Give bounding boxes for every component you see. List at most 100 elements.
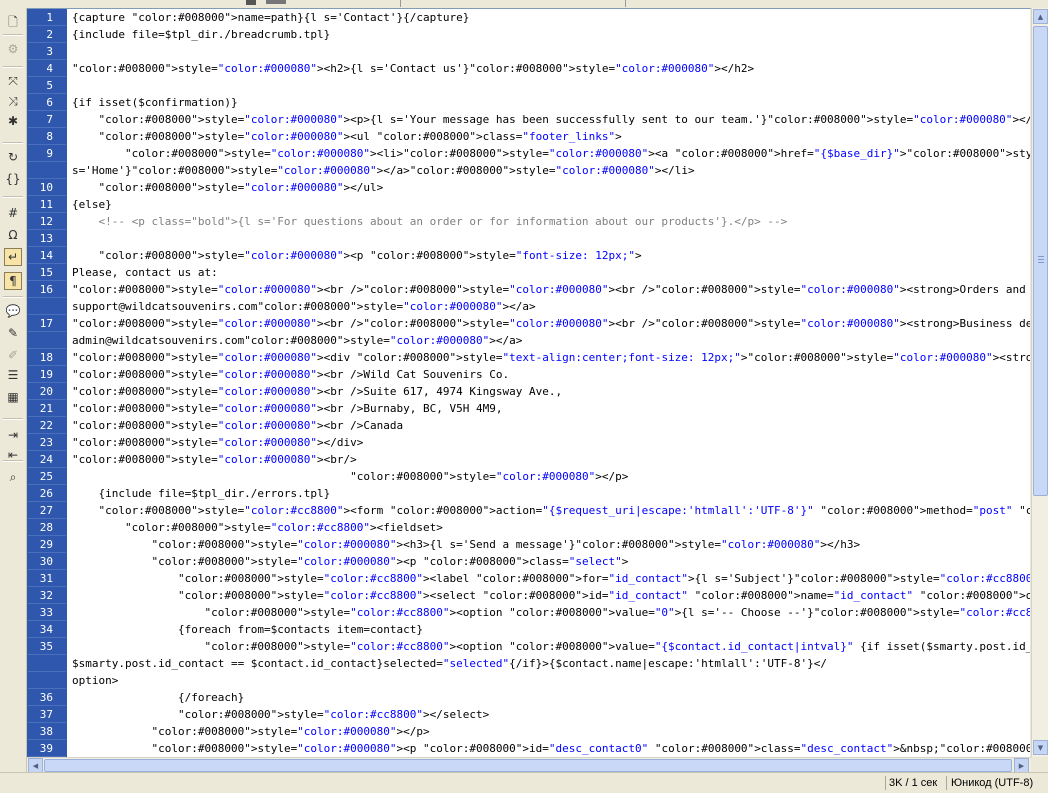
code-line-text: "color:#008000">style="color:#000080"></… <box>72 436 364 449</box>
code-line[interactable]: Please, contact us at: <box>67 264 1030 281</box>
code-line[interactable]: "color:#008000">style="color:#000080"></… <box>67 179 1030 196</box>
code-line[interactable]: "color:#008000">style="color:#cc8800"><s… <box>67 587 1030 604</box>
comment-icon[interactable]: 💬 <box>4 302 22 320</box>
code-line-text: admin@wildcatsouvenirs.com"color:#008000… <box>72 334 523 347</box>
code-line[interactable]: "color:#008000">style="color:#cc8800"><f… <box>67 502 1031 519</box>
list-icon[interactable]: ☰ <box>4 366 22 384</box>
code-line[interactable]: "color:#008000">style="color:#cc8800"><o… <box>67 604 1030 621</box>
line-number: 14 <box>39 249 53 262</box>
line-number-cell <box>28 298 66 315</box>
line-number-cell: 7 <box>28 111 66 128</box>
horizontal-scrollbar[interactable]: ◀ ▶ <box>27 757 1031 773</box>
code-line[interactable]: "color:#008000">style="color:#000080"><b… <box>67 366 1030 383</box>
line-number-cell: 37 <box>28 706 66 723</box>
code-line[interactable]: {if isset($confirmation)} <box>67 94 1030 111</box>
line-number: 35 <box>39 640 53 653</box>
table-icon[interactable]: ▦ <box>4 388 22 406</box>
line-number-cell: 12 <box>28 213 66 230</box>
code-line[interactable]: "color:#008000">style="color:#000080"><d… <box>67 349 1030 366</box>
spell-icon[interactable]: Ω <box>4 226 22 244</box>
vertical-scroll-thumb[interactable] <box>1033 26 1048 496</box>
code-line[interactable]: "color:#008000">style="color:#000080"><b… <box>67 417 1030 434</box>
code-line[interactable]: {include file=$tpl_dir./errors.tpl} <box>67 485 1030 502</box>
syntax-icon[interactable]: # <box>4 204 22 222</box>
code-line[interactable]: s='Home'}"color:#008000">style="color:#0… <box>67 162 1030 179</box>
code-line[interactable]: "color:#008000">style="color:#000080"><b… <box>67 315 1030 332</box>
code-line[interactable]: {capture "color:#008000">name=path}{l s=… <box>67 9 1030 26</box>
code-area[interactable]: {capture "color:#008000">name=path}{l s=… <box>67 9 1030 758</box>
code-editor[interactable]: 1 2 3 4 5 6 7 8 9 10 11 12 13 14 15 16 17 18 19 20 21 22 23 24 2… <box>27 8 1030 758</box>
code-line[interactable] <box>67 77 1030 94</box>
code-line[interactable]: "color:#008000">style="color:#000080"><p… <box>67 111 1031 128</box>
code-line[interactable]: "color:#008000">style="color:#000080"><h… <box>67 60 1030 77</box>
expand-icon[interactable]: ⤧ <box>4 72 22 90</box>
line-number-cell: 23 <box>28 434 66 451</box>
code-line[interactable]: "color:#008000">style="color:#000080"><u… <box>67 128 1030 145</box>
code-line-text: {/foreach} <box>72 691 245 704</box>
scroll-up-icon[interactable]: ▲ <box>1033 9 1048 24</box>
code-line[interactable]: "color:#008000">style="color:#000080"><p… <box>67 553 1030 570</box>
code-line-text: "color:#008000">style="color:#cc8800"><f… <box>98 504 1031 517</box>
brackets-icon[interactable]: {} <box>4 170 22 188</box>
indent-icon[interactable]: ⇥ <box>4 426 22 444</box>
code-line[interactable]: "color:#008000">style="color:#cc8800"></… <box>67 706 1030 723</box>
code-line[interactable]: <!-- <p class="bold">{l s='For questions… <box>67 213 1030 230</box>
code-line[interactable]: "color:#008000">style="color:#000080"></… <box>67 468 1030 485</box>
code-line[interactable]: $smarty.post.id_contact == $contact.id_c… <box>67 655 1030 672</box>
code-line-text: "color:#008000">style="color:#000080"><b… <box>72 317 1030 330</box>
special-chars-icon[interactable]: ¶ <box>4 272 22 290</box>
code-line[interactable]: "color:#008000">style="color:#cc8800"><l… <box>67 570 1030 587</box>
code-line-text: "color:#008000">style="color:#000080"></… <box>98 181 384 194</box>
settings-icon[interactable]: ⚙ <box>4 40 22 58</box>
horizontal-scroll-thumb[interactable] <box>44 759 1012 772</box>
status-encoding[interactable]: Юникод (UTF-8) <box>951 777 1033 789</box>
search-replace-icon[interactable]: ⌕ <box>4 468 22 486</box>
scroll-down-icon[interactable]: ▼ <box>1033 740 1048 755</box>
code-line[interactable]: "color:#008000">style="color:#000080"><b… <box>67 400 1030 417</box>
line-number: 34 <box>39 623 53 636</box>
line-number: 16 <box>39 283 53 296</box>
code-line[interactable]: option> <box>67 672 1030 689</box>
collapse-icon[interactable]: ⤨ <box>4 92 22 110</box>
edit-icon[interactable]: ✐ <box>4 346 22 364</box>
line-number: 39 <box>39 742 53 755</box>
line-number-cell: 20 <box>28 383 66 400</box>
code-line[interactable]: "color:#008000">style="color:#000080"><l… <box>67 145 1030 162</box>
code-line[interactable]: admin@wildcatsouvenirs.com"color:#008000… <box>67 332 1030 349</box>
code-line[interactable]: {else} <box>67 196 1030 213</box>
line-number: 20 <box>39 385 53 398</box>
code-line[interactable]: "color:#008000">style="color:#000080"><b… <box>67 451 1030 468</box>
code-line[interactable]: "color:#008000">style="color:#000080"><p… <box>67 740 1030 757</box>
code-line[interactable]: "color:#008000">style="color:#000080"><b… <box>67 281 1030 298</box>
code-line[interactable] <box>67 43 1030 60</box>
code-line[interactable]: "color:#008000">style="color:#000080"><p… <box>67 247 1030 264</box>
uncomment-icon[interactable]: ✎ <box>4 324 22 342</box>
code-line[interactable]: "color:#008000">style="color:#000080"><b… <box>67 383 1030 400</box>
line-number-cell: 24 <box>28 451 66 468</box>
code-line-text: "color:#008000">style="color:#000080"></… <box>151 725 430 738</box>
code-line[interactable] <box>67 230 1030 247</box>
scroll-right-icon[interactable]: ▶ <box>1014 758 1029 773</box>
code-line[interactable]: "color:#008000">style="color:#cc8800"><o… <box>67 638 1030 655</box>
top-tab-edge <box>266 0 286 4</box>
code-line[interactable]: "color:#008000">style="color:#cc8800"><f… <box>67 519 1030 536</box>
code-line[interactable]: "color:#008000">style="color:#000080"></… <box>67 723 1030 740</box>
new-file-icon[interactable]: 🗋 <box>4 14 22 32</box>
toggle-icon[interactable]: ✱ <box>4 112 22 130</box>
vertical-scrollbar[interactable]: ▲ ▼ <box>1031 8 1048 757</box>
code-line[interactable]: "color:#008000">style="color:#000080"></… <box>67 434 1030 451</box>
code-line[interactable]: {foreach from=$contacts item=contact} <box>67 621 1030 638</box>
status-bar: 3K / 1 сек Юникод (UTF-8) <box>0 772 1048 793</box>
code-line[interactable]: {/foreach} <box>67 689 1030 706</box>
scroll-left-icon[interactable]: ◀ <box>28 758 43 773</box>
line-number-cell: 16 <box>28 281 66 298</box>
code-line-text: "color:#008000">style="color:#000080"><b… <box>72 283 1026 296</box>
mark-icon[interactable]: ↻ <box>4 148 22 166</box>
code-line[interactable]: "color:#008000">style="color:#000080"><h… <box>67 536 1030 553</box>
code-line-text: <!-- <p class="bold">{l s='For questions… <box>72 215 788 228</box>
code-line[interactable]: {include file=$tpl_dir./breadcrumb.tpl} <box>67 26 1030 43</box>
line-number: 37 <box>39 708 53 721</box>
line-number-cell: 30 <box>28 553 66 570</box>
code-line[interactable]: support@wildcatsouvenirs.com"color:#0080… <box>67 298 1030 315</box>
wordwrap-icon[interactable]: ↵ <box>4 248 22 266</box>
